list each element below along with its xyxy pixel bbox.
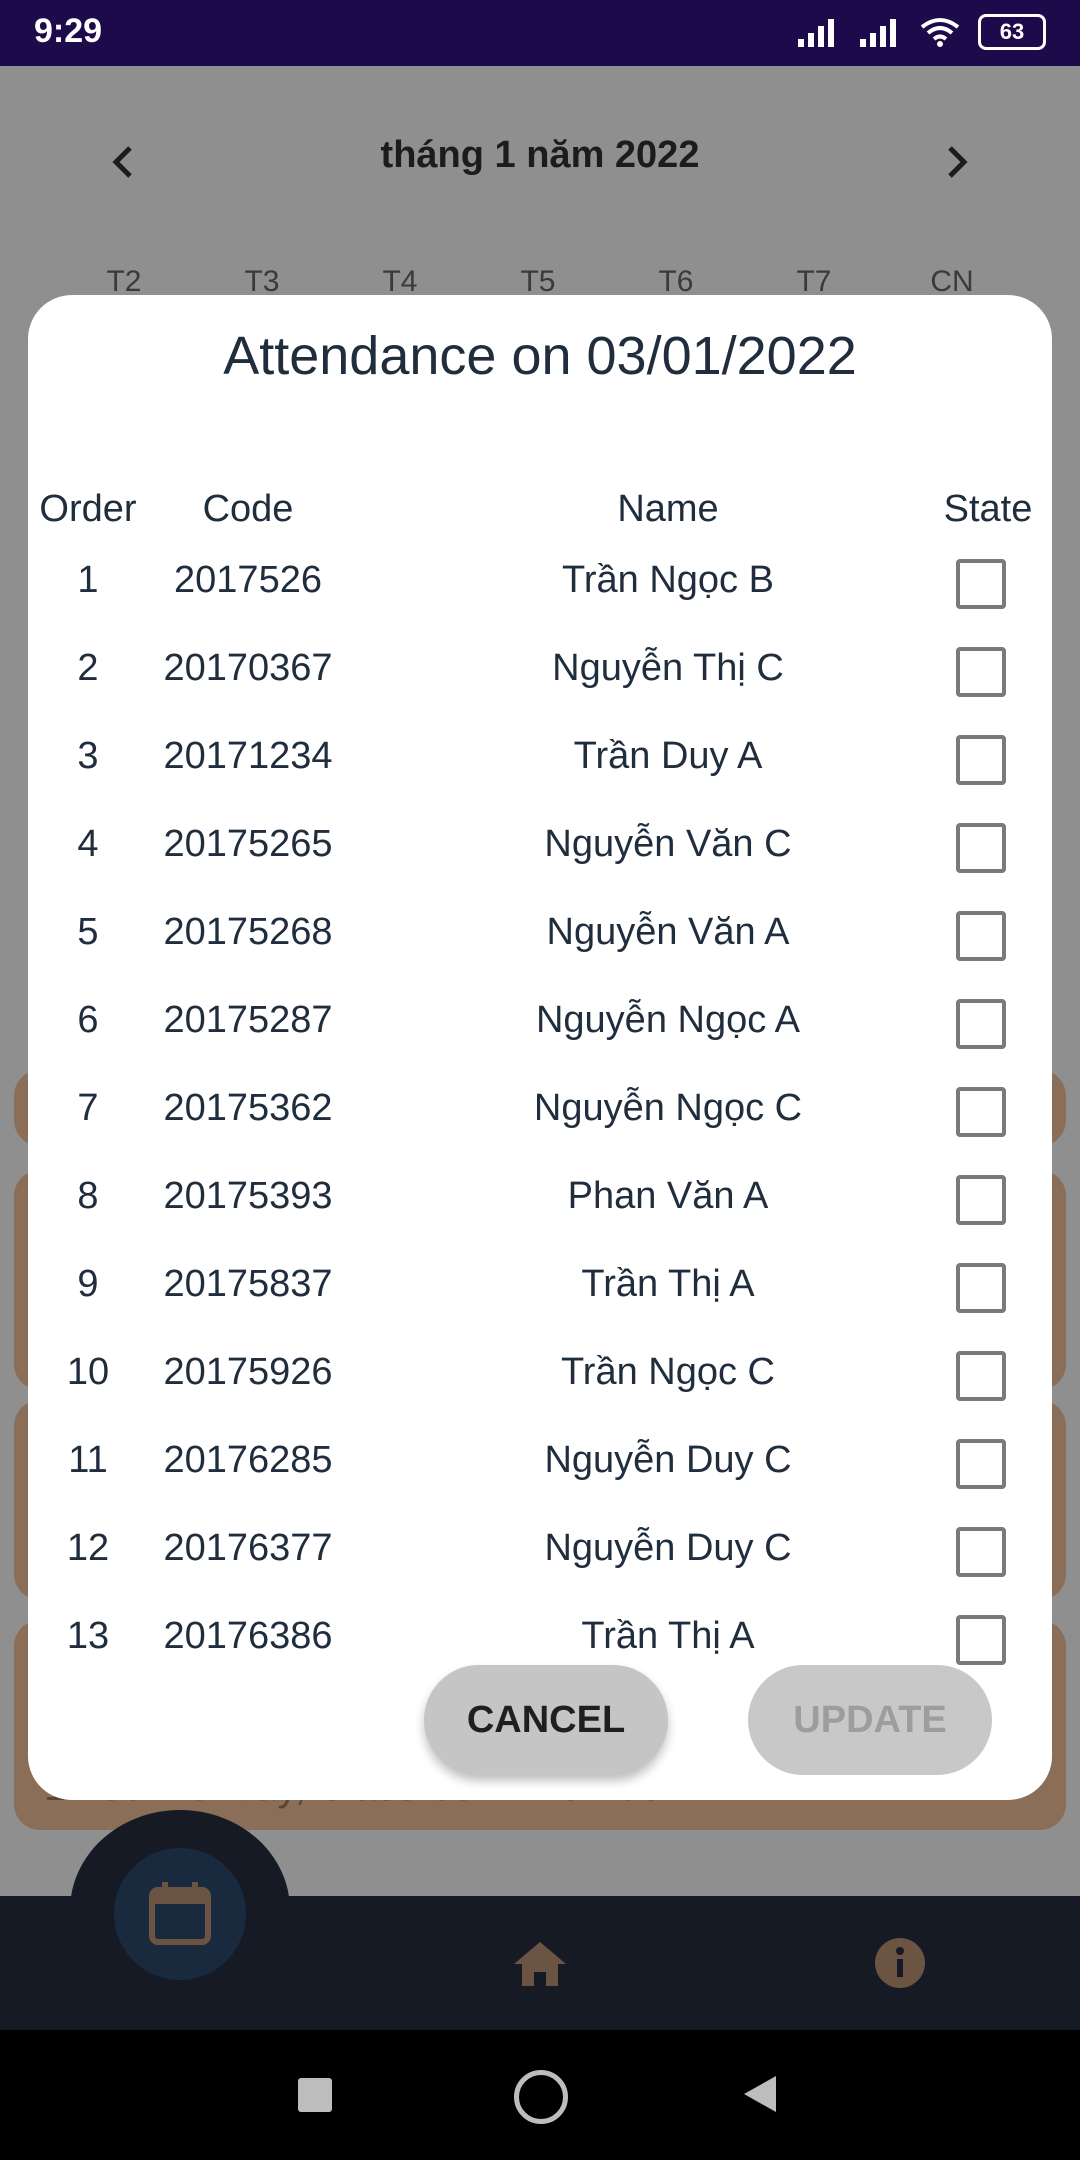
row-order: 6 [77, 999, 99, 1041]
table-row: 2 20170367 Nguyễn Thị C [28, 624, 1052, 712]
row-order: 13 [66, 1615, 110, 1657]
table-row: 4 20175265 Nguyễn Văn C [28, 800, 1052, 888]
wifi-icon [920, 18, 960, 47]
row-name: Nguyễn Văn C [544, 823, 792, 865]
row-name: Trần Ngọc C [561, 1351, 775, 1393]
attendance-checkbox[interactable] [956, 1087, 1006, 1137]
update-button[interactable]: UPDATE [748, 1665, 992, 1775]
attendance-checkbox[interactable] [956, 999, 1006, 1049]
row-code: 20175287 [163, 999, 333, 1041]
row-name: Nguyễn Văn A [546, 911, 790, 953]
table-row: 6 20175287 Nguyễn Ngọc A [28, 976, 1052, 1064]
row-name: Trần Thị A [581, 1263, 755, 1305]
row-code: 20175926 [163, 1351, 333, 1393]
row-order: 10 [66, 1351, 110, 1393]
signal-icon-2 [860, 19, 896, 47]
attendance-checkbox[interactable] [956, 1263, 1006, 1313]
attendance-checkbox[interactable] [956, 1351, 1006, 1401]
row-name: Nguyễn Duy C [544, 1527, 792, 1569]
dialog-title: Attendance on 03/01/2022 [223, 326, 857, 386]
table-row: 1 2017526 Trần Ngọc B [28, 536, 1052, 624]
attendance-checkbox[interactable] [956, 647, 1006, 697]
table-row: 10 20175926 Trần Ngọc C [28, 1328, 1052, 1416]
row-name: Nguyễn Ngọc C [533, 1087, 803, 1129]
row-name: Phan Văn A [567, 1175, 769, 1217]
month-title: tháng 1 năm 2022 [380, 134, 700, 176]
table-row: 8 20175393 Phan Văn A [28, 1152, 1052, 1240]
row-order: 2 [77, 647, 99, 689]
row-order: 8 [77, 1175, 99, 1217]
status-time: 9:29 [34, 12, 103, 50]
row-order: 7 [77, 1087, 99, 1129]
row-code: 20176386 [163, 1615, 333, 1657]
table-row: 5 20175268 Nguyễn Văn A [28, 888, 1052, 976]
weekday-label: T6 [658, 265, 694, 298]
table-row: 7 20175362 Nguyễn Ngọc C [28, 1064, 1052, 1152]
calendar-icon [149, 1882, 211, 1945]
weekday-label: T3 [244, 265, 280, 298]
row-order: 5 [77, 911, 99, 953]
row-code: 20171234 [163, 735, 333, 777]
row-order: 11 [68, 1439, 108, 1481]
signal-icon [798, 19, 834, 47]
recents-icon[interactable] [298, 2078, 332, 2112]
attendance-checkbox[interactable] [956, 1439, 1006, 1489]
battery-indicator: 63 [978, 14, 1046, 50]
weekday-label: CN [930, 265, 974, 298]
row-code: 20175268 [163, 911, 333, 953]
row-name: Nguyễn Ngọc A [535, 999, 801, 1041]
home-icon[interactable] [512, 1940, 568, 1988]
weekday-label: T4 [382, 265, 418, 298]
row-code: 2017526 [174, 559, 322, 601]
attendance-dialog: Attendance on 03/01/2022 Order Code Name… [28, 295, 1052, 1800]
attendance-checkbox[interactable] [956, 1527, 1006, 1577]
row-code: 20170367 [163, 647, 333, 689]
info-icon[interactable] [873, 1936, 927, 1990]
row-name: Trần Ngọc B [562, 559, 774, 601]
table-row: 9 20175837 Trần Thị A [28, 1240, 1052, 1328]
row-name: Nguyễn Thị C [552, 647, 784, 689]
row-order: 1 [77, 559, 99, 601]
row-name: Trần Duy A [573, 735, 763, 777]
attendance-checkbox[interactable] [956, 823, 1006, 873]
table-row: 12 20176377 Nguyễn Duy C [28, 1504, 1052, 1592]
row-name: Nguyễn Duy C [544, 1439, 792, 1481]
row-code: 20175393 [163, 1175, 333, 1217]
weekday-label: T7 [796, 265, 832, 298]
home-system-icon[interactable] [514, 2070, 568, 2124]
row-code: 20176285 [163, 1439, 333, 1481]
row-code: 20175837 [163, 1263, 333, 1305]
attendance-checkbox[interactable] [956, 1615, 1006, 1665]
weekday-label: T5 [520, 265, 556, 298]
table-row: 11 20176285 Nguyễn Duy C [28, 1416, 1052, 1504]
table-row: 3 20171234 Trần Duy A [28, 712, 1052, 800]
system-navigation-bar [0, 2030, 1080, 2160]
attendance-checkbox[interactable] [956, 1175, 1006, 1225]
attendance-checkbox[interactable] [956, 735, 1006, 785]
row-order: 9 [77, 1263, 99, 1305]
weekday-label: T2 [106, 265, 142, 298]
attendance-checkbox[interactable] [956, 559, 1006, 609]
row-order: 3 [77, 735, 99, 777]
back-icon[interactable] [742, 2074, 778, 2114]
row-code: 20176377 [163, 1527, 333, 1569]
attendance-checkbox[interactable] [956, 911, 1006, 961]
row-order: 12 [66, 1527, 110, 1569]
cancel-button[interactable]: CANCEL [424, 1665, 668, 1775]
calendar-fab[interactable] [114, 1848, 246, 1980]
row-code: 20175362 [163, 1087, 333, 1129]
row-code: 20175265 [163, 823, 333, 865]
status-icons: 63 [796, 14, 1046, 50]
status-bar: 9:29 63 [0, 0, 1080, 66]
row-order: 4 [77, 823, 99, 865]
